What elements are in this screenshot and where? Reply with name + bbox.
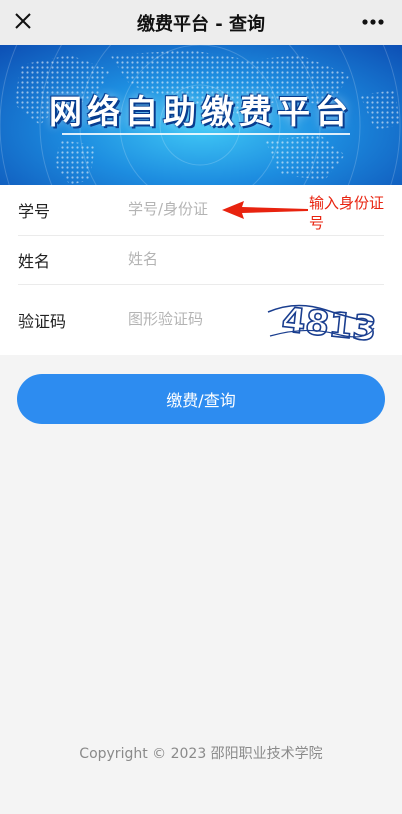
captcha-input[interactable] [128, 310, 253, 328]
submit-button[interactable]: 缴费/查询 [17, 374, 385, 424]
student-id-label: 学号 [18, 202, 51, 221]
footer-copyright: Copyright © 2023 邵阳职业技术学院 [79, 746, 323, 762]
close-button[interactable] [8, 6, 38, 36]
name-label: 姓名 [18, 252, 51, 271]
banner-underline [62, 133, 350, 135]
more-dots-icon [362, 19, 384, 25]
banner-title: 网络自助缴费平台 [49, 92, 353, 131]
name-input[interactable] [128, 250, 348, 268]
page-title: 缴费平台 - 查询 [136, 13, 265, 35]
captcha-label: 验证码 [18, 312, 67, 331]
navbar: 缴费平台 - 查询 [0, 0, 402, 45]
annotation-arrow [222, 201, 308, 219]
annotation-text: 输入身份证号 [309, 194, 385, 232]
captcha-text: 4813 [280, 300, 376, 348]
captcha-image[interactable]: 4813 [266, 292, 376, 348]
close-icon [15, 13, 31, 29]
student-id-input[interactable] [128, 200, 228, 218]
name-row: 姓名 [0, 235, 402, 285]
more-button[interactable] [358, 8, 388, 36]
banner: 网络自助缴费平台 [0, 45, 402, 185]
